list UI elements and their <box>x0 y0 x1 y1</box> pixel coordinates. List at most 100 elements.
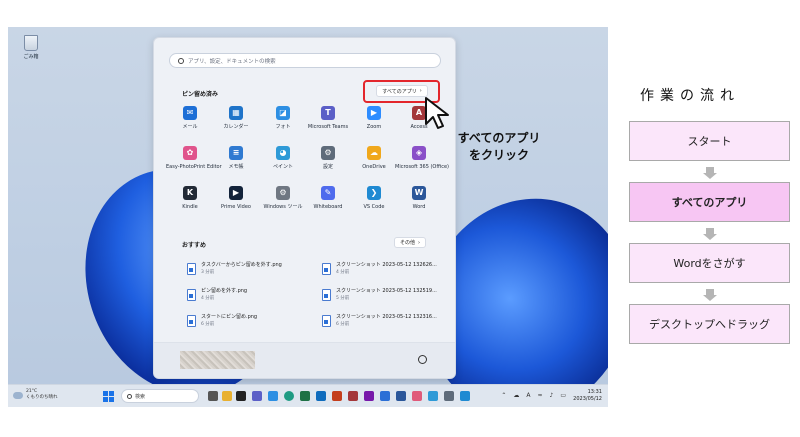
search-placeholder: アプリ、設定、ドキュメントの検索 <box>188 58 276 65</box>
recommended-item-name: スクリーンショット 2023-05-12 132519... <box>336 288 437 294</box>
recommended-item[interactable]: スタートにピン留め.png 6 分前 <box>187 314 307 334</box>
outlook-icon[interactable] <box>316 391 326 401</box>
pinned-app-label: カレンダー <box>223 124 249 130</box>
recommended-item[interactable]: ピン留めを外す.png 4 分前 <box>187 288 307 308</box>
pinned-app-office[interactable]: ◈ Microsoft 365 (Office) <box>395 146 449 180</box>
down-arrow-icon <box>703 289 717 301</box>
power-icon[interactable] <box>418 355 427 364</box>
recommended-item-name: スクリーンショット 2023-05-12 132316... <box>336 314 437 320</box>
pinned-app-label: Word <box>412 204 426 210</box>
cloud-icon[interactable]: ☁ <box>513 392 519 399</box>
pinned-app-settings[interactable]: ⚙ 設定 <box>304 146 352 180</box>
vscode-icon: ❯ <box>367 186 381 200</box>
recommended-item-name: スタートにピン留め.png <box>201 314 258 320</box>
recycle-bin-label: ごみ箱 <box>23 54 39 60</box>
store-icon[interactable] <box>380 391 390 401</box>
primevideo-icon: ▶ <box>229 186 243 200</box>
flow-step-2: すべてのアプリ <box>629 182 790 222</box>
more-button[interactable]: その他 › <box>394 237 426 248</box>
flow-step-4: デスクトップへドラッグ <box>629 304 790 344</box>
settings-icon[interactable] <box>444 391 454 401</box>
search-icon <box>127 393 132 399</box>
pinned-app-zoom[interactable]: ▶ Zoom <box>350 106 398 140</box>
trash-icon <box>24 35 38 51</box>
pinned-app-paint[interactable]: ◕ ペイント <box>259 146 307 180</box>
more-label: その他 <box>399 240 415 246</box>
edge-icon[interactable] <box>284 391 294 401</box>
snipping-tool-icon[interactable] <box>412 391 422 401</box>
pinned-app-whiteboard[interactable]: ✎ Whiteboard <box>304 186 352 220</box>
pinned-app-photoprint[interactable]: ✿ Easy-PhotoPrint Editor <box>166 146 222 180</box>
pinned-app-label: 設定 <box>322 164 333 170</box>
flow-step-1: スタート <box>629 121 790 161</box>
clock-date: 2023/05/12 <box>573 396 602 402</box>
image-file-icon <box>322 315 331 327</box>
pinned-app-teams[interactable]: T Microsoft Teams <box>304 106 352 140</box>
pinned-app-label: メモ帳 <box>228 164 244 170</box>
chevron-up-icon[interactable]: ⌃ <box>501 392 506 399</box>
pinned-app-primevideo[interactable]: ▶ Prime Video <box>212 186 260 220</box>
ime-indicator[interactable]: A <box>526 392 530 399</box>
cloud-icon <box>13 391 23 399</box>
recommended-item-time: 6 分前 <box>336 322 350 327</box>
image-file-icon <box>187 315 196 327</box>
chevron-right-icon: › <box>418 239 420 246</box>
recommended-item[interactable]: スクリーンショット 2023-05-12 132626... 4 分前 <box>322 262 442 282</box>
wifi-icon[interactable]: ≈ <box>537 392 542 399</box>
start-search-input[interactable]: アプリ、設定、ドキュメントの検索 <box>169 53 441 68</box>
volume-icon[interactable]: ♪ <box>549 392 553 399</box>
user-account-button[interactable] <box>180 351 255 369</box>
file-explorer-icon[interactable] <box>222 391 232 401</box>
windows-start-button[interactable] <box>103 391 114 402</box>
pinned-app-kindle[interactable]: K Kindle <box>166 186 214 220</box>
start-footer <box>154 342 455 378</box>
taskbar: 21°C くもりのち晴れ 検索 ⌃ ☁ A ≈ ♪ ▭ 13:31 2023/0… <box>8 384 608 407</box>
paint-icon[interactable] <box>428 391 438 401</box>
recommended-item[interactable]: スクリーンショット 2023-05-12 132316... 6 分前 <box>322 314 442 334</box>
pinned-app-vscode[interactable]: ❯ VS Code <box>350 186 398 220</box>
recommended-item-time: 4 分前 <box>201 296 215 301</box>
terminal-icon[interactable] <box>236 391 246 401</box>
recommended-item[interactable]: スクリーンショット 2023-05-12 132519... 5 分前 <box>322 288 442 308</box>
recommended-item[interactable]: タスクバーからピン留めを外す.png 3 分前 <box>187 262 307 282</box>
onenote-icon[interactable] <box>364 391 374 401</box>
taskbar-search[interactable]: 検索 <box>121 389 199 403</box>
taskbar-search-placeholder: 検索 <box>135 393 146 400</box>
recommended-item-time: 5 分前 <box>336 296 350 301</box>
recommended-item-name: ピン留めを外す.png <box>201 288 248 294</box>
vscode-icon[interactable] <box>460 391 470 401</box>
teams-icon[interactable] <box>252 391 262 401</box>
battery-icon[interactable]: ▭ <box>560 392 566 399</box>
excel-icon[interactable] <box>300 391 310 401</box>
pinned-app-onedrive[interactable]: ☁ OneDrive <box>350 146 398 180</box>
pinned-app-windows-tools[interactable]: ⚙ Windows ツール <box>259 186 307 220</box>
pinned-title: ピン留め済み <box>182 91 219 98</box>
photoprint-icon: ✿ <box>183 146 197 160</box>
powerpoint-icon[interactable] <box>332 391 342 401</box>
pinned-app-label: フォト <box>275 124 291 130</box>
recommended-item-time: 3 分前 <box>201 270 215 275</box>
pinned-app-label: OneDrive <box>362 164 386 170</box>
taskbar-clock[interactable]: 13:31 2023/05/12 <box>573 389 602 403</box>
image-file-icon <box>187 263 196 275</box>
recommended-item-name: タスクバーからピン留めを外す.png <box>201 262 282 268</box>
recycle-bin-icon[interactable]: ごみ箱 <box>20 35 42 60</box>
pinned-app-notepad[interactable]: ≡ メモ帳 <box>212 146 260 180</box>
instruction-callout: すべてのアプリ をクリック <box>444 130 554 164</box>
down-arrow-icon <box>703 167 717 179</box>
pinned-app-mail[interactable]: ✉ メール <box>166 106 214 140</box>
task-view-icon[interactable] <box>208 391 218 401</box>
recommended-item-time: 4 分前 <box>336 270 350 275</box>
pinned-app-word[interactable]: W Word <box>395 186 443 220</box>
access-icon[interactable] <box>348 391 358 401</box>
windows-logo-pane <box>109 397 114 402</box>
kindle-icon: K <box>183 186 197 200</box>
pinned-app-photos[interactable]: ◪ フォト <box>259 106 307 140</box>
photos-icon[interactable] <box>268 391 278 401</box>
recommended-title: おすすめ <box>182 242 207 249</box>
windows-tools-icon: ⚙ <box>276 186 290 200</box>
mouse-pointer-icon <box>425 97 449 129</box>
word-icon[interactable] <box>396 391 406 401</box>
weather-widget[interactable]: 21°C くもりのち晴れ <box>13 389 58 401</box>
pinned-app-calendar[interactable]: ▦ カレンダー <box>212 106 260 140</box>
